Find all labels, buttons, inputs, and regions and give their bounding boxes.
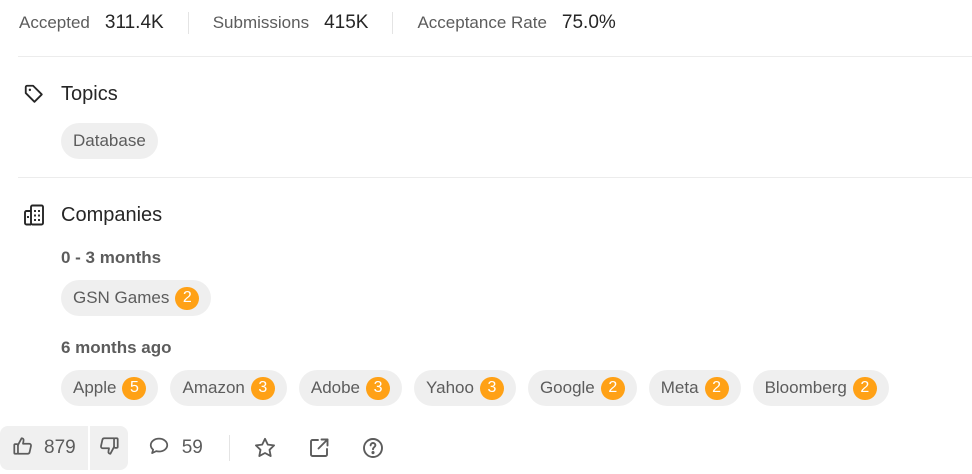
topic-chip[interactable]: Database	[61, 123, 158, 159]
company-chip[interactable]: Amazon 3	[170, 370, 287, 406]
topics-header[interactable]: Topics	[22, 82, 118, 106]
stat-value: 415K	[324, 12, 369, 33]
stat-accepted: Accepted 311.4K	[19, 12, 164, 34]
company-count-badge: 2	[852, 376, 877, 400]
stats-bar: Accepted 311.4K Submissions 415K Accepta…	[19, 0, 616, 46]
comments-button[interactable]: 59	[148, 435, 203, 462]
period-label: 6 months ago	[61, 338, 172, 357]
action-bar: 879 59	[0, 426, 414, 470]
companies-header[interactable]: Companies	[22, 203, 162, 227]
company-chip[interactable]: Google 2	[527, 370, 637, 406]
company-chip[interactable]: Apple 5	[61, 370, 159, 406]
like-count: 879	[44, 437, 76, 458]
companies-title: Companies	[61, 203, 163, 226]
company-chip[interactable]: Adobe 3	[298, 370, 403, 406]
company-list: Apple 5 Amazon 3 Adobe 3 Yahoo 3 Google …	[61, 370, 901, 406]
help-icon[interactable]	[360, 435, 386, 461]
dislike-button[interactable]	[90, 426, 128, 470]
company-count-badge: 3	[366, 376, 391, 400]
divider	[187, 12, 189, 34]
divider	[228, 435, 230, 461]
stat-value: 75.0%	[561, 12, 616, 33]
company-count-badge: 3	[479, 376, 504, 400]
comment-icon	[148, 435, 170, 462]
vote-group: 879	[0, 426, 128, 470]
comment-count: 59	[181, 437, 203, 458]
divider	[18, 177, 972, 178]
stat-label: Acceptance Rate	[417, 13, 547, 32]
stat-label: Accepted	[19, 13, 90, 32]
company-name: Apple	[73, 378, 117, 397]
company-chip[interactable]: Meta 2	[648, 370, 741, 406]
thumbs-down-icon	[98, 435, 120, 462]
star-icon[interactable]	[252, 435, 278, 461]
company-count-badge: 2	[704, 376, 729, 400]
stat-acceptance-rate: Acceptance Rate 75.0%	[417, 12, 615, 34]
company-count-badge: 2	[600, 376, 625, 400]
stat-label: Submissions	[212, 13, 310, 32]
company-name: Bloomberg	[764, 378, 847, 397]
company-name: Meta	[660, 378, 699, 397]
topics-list: Database	[61, 123, 170, 159]
building-icon	[22, 203, 46, 227]
company-chip[interactable]: Bloomberg 2	[752, 370, 889, 406]
period-label: 0 - 3 months	[61, 248, 162, 267]
stat-value: 311.4K	[104, 12, 164, 33]
company-count-badge: 3	[250, 376, 275, 400]
topic-label: Database	[73, 131, 146, 150]
company-chip[interactable]: GSN Games 2	[61, 280, 212, 316]
company-chip[interactable]: Yahoo 3	[414, 370, 516, 406]
company-name: Yahoo	[426, 378, 474, 397]
company-name: GSN Games	[73, 288, 170, 307]
company-count-badge: 5	[122, 376, 147, 400]
company-count-badge: 2	[175, 286, 200, 310]
company-name: Amazon	[182, 378, 245, 397]
topics-title: Topics	[61, 82, 118, 105]
divider	[392, 12, 394, 34]
company-name: Google	[539, 378, 595, 397]
company-list: GSN Games 2	[61, 280, 223, 316]
stat-submissions: Submissions 415K	[213, 12, 369, 34]
share-icon[interactable]	[306, 435, 332, 461]
thumbs-up-icon	[12, 435, 34, 462]
divider	[18, 56, 972, 57]
company-name: Adobe	[310, 378, 361, 397]
like-button[interactable]: 879	[0, 426, 88, 470]
tag-icon	[22, 82, 46, 106]
